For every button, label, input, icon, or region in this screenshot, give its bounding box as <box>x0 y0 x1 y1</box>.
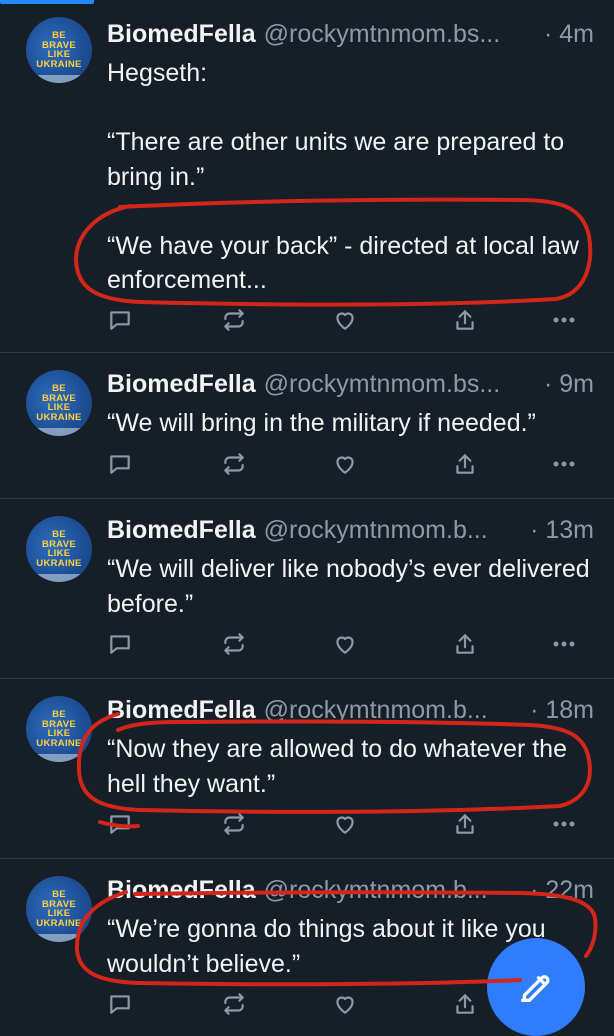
avatar[interactable]: BE BRAVE LIKE UKRAINE <box>26 876 92 942</box>
more-icon <box>550 811 578 837</box>
author-handle[interactable]: @rockymtnmom.bs... <box>264 370 501 398</box>
author-name[interactable]: BiomedFella <box>107 876 256 904</box>
post-time[interactable]: · 4m <box>544 18 594 50</box>
repost-icon <box>220 631 248 657</box>
more-icon <box>550 307 578 333</box>
compose-icon <box>521 975 550 1002</box>
more-button[interactable] <box>550 306 578 334</box>
avatar[interactable]: BE BRAVE LIKE UKRAINE <box>26 370 92 436</box>
more-button[interactable] <box>550 630 578 658</box>
reply-button[interactable] <box>107 306 133 334</box>
more-button[interactable] <box>550 810 578 838</box>
like-icon <box>331 811 359 837</box>
author-name[interactable]: BiomedFella <box>107 370 256 398</box>
reply-icon <box>107 631 133 657</box>
post-actions <box>107 810 594 838</box>
post-text: Hegseth: “There are other units we are p… <box>107 59 579 294</box>
more-icon <box>550 631 578 657</box>
repost-icon <box>220 811 248 837</box>
post-header: BiomedFella @rockymtnmom.b... · 18m <box>107 694 594 726</box>
like-icon <box>331 307 359 333</box>
share-button[interactable] <box>452 810 478 838</box>
share-icon <box>452 811 478 837</box>
more-button[interactable] <box>550 450 578 478</box>
avatar[interactable]: BE BRAVE LIKE UKRAINE <box>26 17 92 83</box>
post-time[interactable]: · 22m <box>530 874 594 906</box>
author-handle[interactable]: @rockymtnmom.b... <box>264 516 488 544</box>
post-text: “We will deliver like nobody’s ever deli… <box>107 555 590 618</box>
like-button[interactable] <box>331 630 359 658</box>
post-header: BiomedFella @rockymtnmom.b... · 13m <box>107 514 594 546</box>
post-actions <box>107 450 594 478</box>
like-icon <box>331 631 359 657</box>
share-icon <box>452 631 478 657</box>
share-icon <box>452 307 478 333</box>
post-header: BiomedFella @rockymtnmom.bs... · 4m <box>107 18 594 50</box>
like-button[interactable] <box>331 810 359 838</box>
repost-icon <box>220 307 248 333</box>
post-0[interactable]: BE BRAVE LIKE UKRAINE BiomedFella @rockymtnm… <box>0 0 614 353</box>
post-header: BiomedFella @rockymtnmom.bs... · 9m <box>107 368 594 400</box>
share-button[interactable] <box>452 990 478 1018</box>
avatar[interactable]: BE BRAVE LIKE UKRAINE <box>26 516 92 582</box>
more-icon <box>550 451 578 477</box>
repost-icon <box>220 451 248 477</box>
post-time[interactable]: · 13m <box>530 514 594 546</box>
like-button[interactable] <box>331 990 359 1018</box>
share-icon <box>452 451 478 477</box>
post-actions <box>107 630 594 658</box>
post-text: “Now they are allowed to do whatever the… <box>107 735 567 798</box>
reply-icon <box>107 991 133 1017</box>
reply-button[interactable] <box>107 990 133 1018</box>
repost-icon <box>220 991 248 1017</box>
like-button[interactable] <box>331 306 359 334</box>
repost-button[interactable] <box>220 306 248 334</box>
like-icon <box>331 991 359 1017</box>
reply-button[interactable] <box>107 450 133 478</box>
reply-button[interactable] <box>107 810 133 838</box>
post-3[interactable]: BE BRAVE LIKE UKRAINE BiomedFella @rockymtnm… <box>0 679 614 859</box>
post-2[interactable]: BE BRAVE LIKE UKRAINE BiomedFella @rockymtnm… <box>0 499 614 679</box>
repost-button[interactable] <box>220 990 248 1018</box>
like-icon <box>331 451 359 477</box>
like-button[interactable] <box>331 450 359 478</box>
compose-button[interactable] <box>487 938 585 1036</box>
author-name[interactable]: BiomedFella <box>107 516 256 544</box>
author-name[interactable]: BiomedFella <box>107 696 256 724</box>
avatar-text: BE BRAVE LIKE UKRAINE <box>36 709 82 749</box>
post-text: “We will bring in the military if needed… <box>107 409 536 437</box>
post-1[interactable]: BE BRAVE LIKE UKRAINE BiomedFella @rockymtnm… <box>0 353 614 499</box>
avatar-text: BE BRAVE LIKE UKRAINE <box>36 529 82 569</box>
reply-icon <box>107 307 133 333</box>
reply-icon <box>107 811 133 837</box>
author-handle[interactable]: @rockymtnmom.b... <box>264 696 488 724</box>
avatar-text: BE BRAVE LIKE UKRAINE <box>36 889 82 929</box>
share-button[interactable] <box>452 630 478 658</box>
author-handle[interactable]: @rockymtnmom.bs... <box>264 20 501 48</box>
repost-button[interactable] <box>220 450 248 478</box>
avatar-text: BE BRAVE LIKE UKRAINE <box>36 383 82 423</box>
share-button[interactable] <box>452 450 478 478</box>
author-handle[interactable]: @rockymtnmom.b... <box>264 876 488 904</box>
post-header: BiomedFella @rockymtnmom.b... · 22m <box>107 874 594 906</box>
author-name[interactable]: BiomedFella <box>107 20 256 48</box>
share-icon <box>452 991 478 1017</box>
avatar-text: BE BRAVE LIKE UKRAINE <box>36 30 82 70</box>
share-button[interactable] <box>452 306 478 334</box>
reply-button[interactable] <box>107 630 133 658</box>
post-time[interactable]: · 9m <box>544 368 594 400</box>
repost-button[interactable] <box>220 630 248 658</box>
avatar[interactable]: BE BRAVE LIKE UKRAINE <box>26 696 92 762</box>
post-actions <box>107 306 594 334</box>
reply-icon <box>107 451 133 477</box>
repost-button[interactable] <box>220 810 248 838</box>
post-time[interactable]: · 18m <box>530 694 594 726</box>
